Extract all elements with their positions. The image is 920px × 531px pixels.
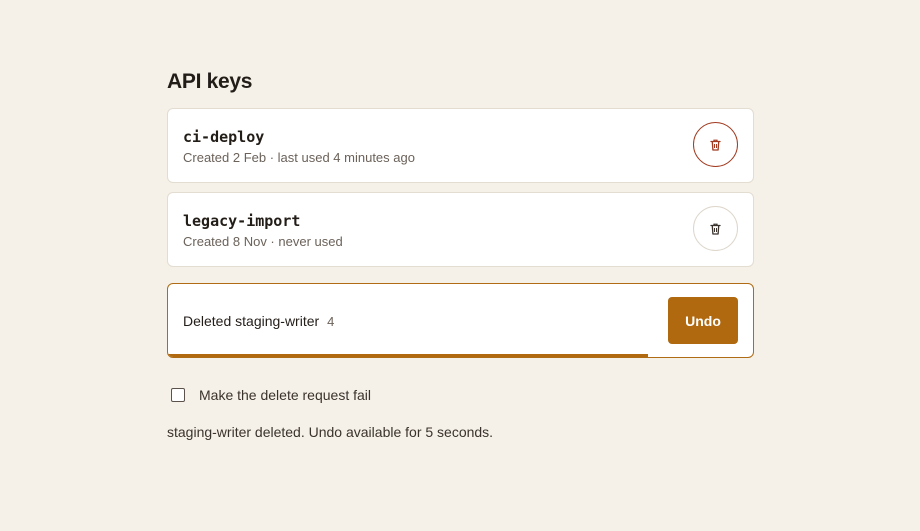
key-name: ci-deploy (183, 128, 265, 146)
undo-button[interactable]: Undo (668, 297, 738, 344)
undo-progress-fill (168, 354, 648, 357)
api-keys-panel: API keys ci-deploy Created 2 Feb · last … (167, 66, 754, 440)
key-meta: Created 2 Feb · last used 4 minutes ago (183, 150, 415, 165)
page-title: API keys (167, 70, 253, 93)
key-meta: Created 8 Nov · never used (183, 234, 343, 249)
api-key-card: legacy-import Created 8 Nov · never used (167, 192, 754, 267)
delete-key-button[interactable] (693, 206, 738, 251)
undo-toast: Deleted staging-writer 4 Undo (167, 283, 754, 358)
countdown-number: 4 (327, 314, 335, 329)
trash-icon (710, 139, 721, 151)
toast-message-row: Deleted staging-writer 4 (183, 313, 334, 330)
trash-icon (710, 223, 721, 235)
key-name: legacy-import (183, 212, 301, 230)
undo-progress-bar (168, 354, 753, 357)
delete-key-button[interactable] (693, 122, 738, 167)
fail-request-checkbox[interactable] (171, 388, 185, 402)
fail-request-label: Make the delete request fail (199, 387, 371, 403)
toast-message: Deleted staging-writer (183, 313, 320, 329)
status-message: staging-writer deleted. Undo available f… (167, 424, 494, 440)
fail-request-toggle[interactable]: Make the delete request fail (171, 387, 371, 403)
api-key-card: ci-deploy Created 2 Feb · last used 4 mi… (167, 108, 754, 183)
